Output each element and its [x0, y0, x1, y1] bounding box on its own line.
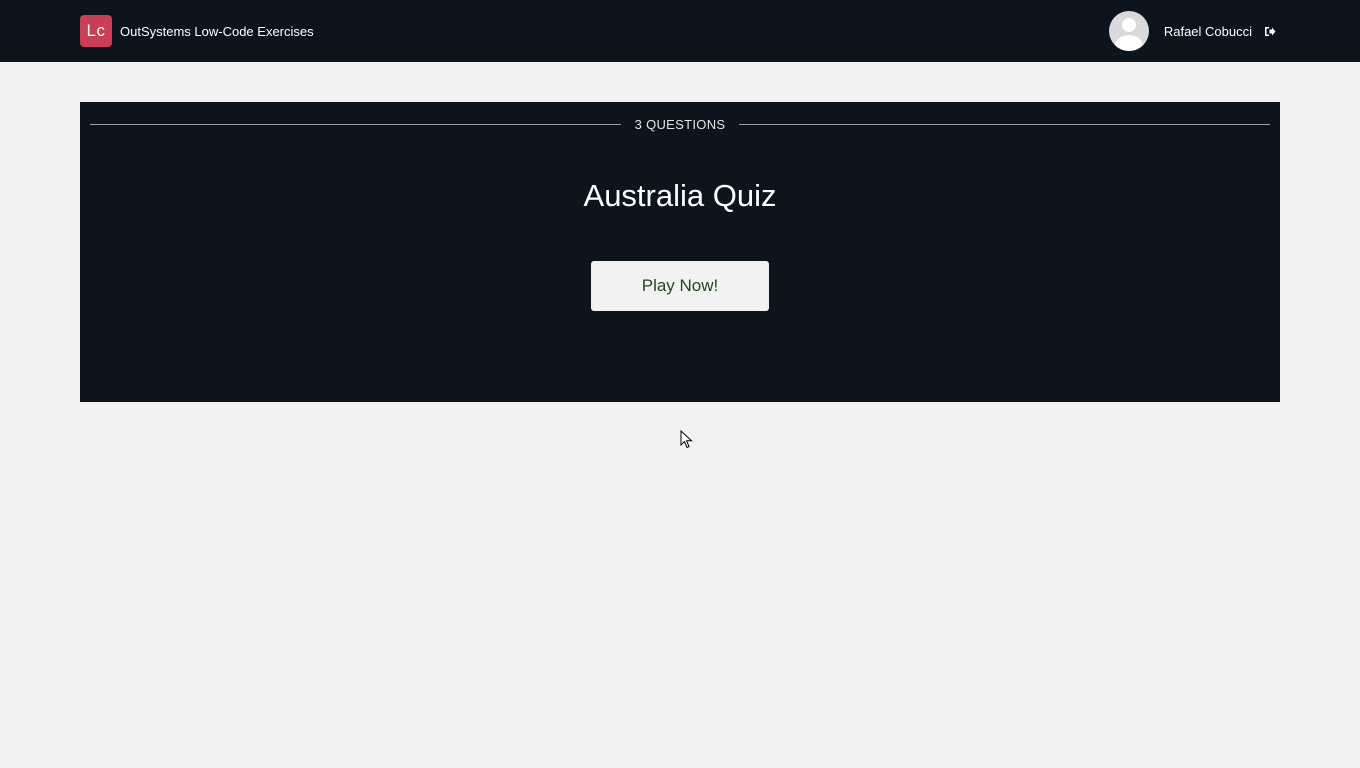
avatar-body-shape [1114, 35, 1143, 51]
app-brand-link[interactable]: Lc OutSystems Low-Code Exercises [80, 15, 314, 47]
quiz-card: 3 QUESTIONS Australia Quiz Play Now! [80, 102, 1280, 402]
top-navigation-bar: Lc OutSystems Low-Code Exercises Rafael … [0, 0, 1360, 62]
divider-right [739, 123, 1270, 125]
app-logo: Lc [80, 15, 112, 47]
app-title: OutSystems Low-Code Exercises [120, 23, 314, 39]
divider-left [90, 123, 621, 125]
play-now-button[interactable]: Play Now! [591, 261, 769, 311]
user-avatar-icon[interactable] [1108, 11, 1149, 51]
logout-icon[interactable] [1262, 23, 1278, 39]
questions-count-row: 3 QUESTIONS [90, 114, 1270, 134]
quiz-title: Australia Quiz [583, 178, 777, 213]
user-menu: Rafael Cobucci [1108, 11, 1278, 51]
logout-icon-glyph [1265, 26, 1276, 36]
mouse-pointer-icon [680, 430, 693, 449]
avatar-head-shape [1121, 18, 1136, 32]
questions-count-label: 3 QUESTIONS [634, 116, 726, 132]
user-name[interactable]: Rafael Cobucci [1164, 24, 1252, 39]
